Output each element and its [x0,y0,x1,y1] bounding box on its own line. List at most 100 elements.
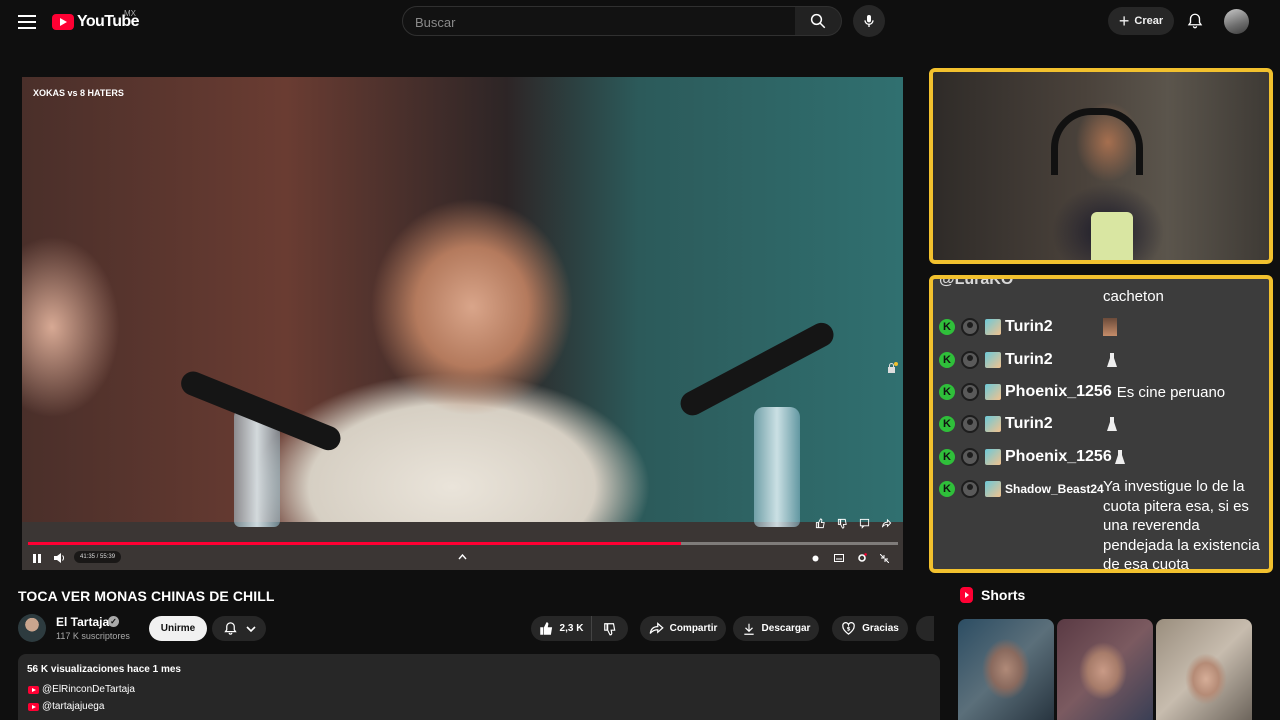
thanks-button[interactable]: $ Gracias [832,616,908,641]
emote-icon [1103,318,1117,336]
notifications-button[interactable] [1184,10,1206,32]
microphone-icon [864,15,874,27]
shorts-icon [960,587,973,603]
user-icon [961,351,979,369]
voice-search-button[interactable] [853,5,885,37]
channel-link-text: @ElRinconDeTartaja [42,684,135,695]
lock-icon [888,362,898,373]
like-count: 2,3 K [559,623,584,634]
more-actions-button[interactable] [916,616,934,641]
bell-icon [1187,13,1203,29]
chat-username: Shadow_Beast24 [1005,482,1104,496]
youtube-icon [28,702,39,711]
player-controls [22,546,903,570]
country-code: MX [124,9,136,18]
chat-message: K Turin2 [939,412,1053,436]
chat-username: Phoenix_1256 [1005,448,1112,465]
chat-partial-message: cacheton [1103,288,1164,305]
chevron-down-icon [245,625,256,632]
thumbs-down-icon [604,622,616,635]
youtube-icon [28,685,39,694]
shorts-heading: Shorts [981,587,1026,603]
kick-badge-icon: K [939,449,955,465]
like-dislike-group: 2,3 K [531,616,628,641]
chat-text: Ya investigue lo de la cuota pitera esa,… [1103,478,1260,573]
download-label: Descargar [761,623,811,634]
like-button[interactable]: 2,3 K [531,616,592,641]
gear-icon[interactable] [855,551,869,565]
autoplay-icon[interactable] [808,551,822,565]
thumbs-up-icon [539,622,552,635]
video-title: TOCA VER MONAS CHINAS DE CHILL [18,588,275,604]
chat-message: K Phoenix_1256 Es cine peruano [939,380,1225,404]
short-thumbnail[interactable] [958,619,1054,720]
dislike-button[interactable] [592,616,628,641]
search-icon [810,13,826,29]
share-icon[interactable] [879,516,893,530]
chat-message: K Turin2 [939,315,1053,339]
thanks-label: Gracias [862,623,899,634]
download-button[interactable]: Descargar [733,616,819,641]
channel-link[interactable]: @tartajajuega [28,701,104,712]
subscriber-badge-icon [985,449,1001,465]
subscriber-badge-icon [985,384,1001,400]
menu-icon[interactable] [14,10,40,34]
subscriber-badge-icon [985,352,1001,368]
kick-badge-icon: K [939,416,955,432]
player-overlay-title: XOKAS vs 8 HATERS [33,88,124,98]
microphone-right [676,318,838,420]
search-input[interactable] [403,7,787,37]
chat-username: Turin2 [1005,318,1053,335]
user-icon [961,383,979,401]
share-button[interactable]: Compartir [640,616,726,641]
channel-avatar[interactable] [18,614,46,642]
subscriber-badge-icon [985,319,1001,335]
search-button[interactable] [795,6,842,36]
channel-link[interactable]: @ElRinconDeTartaja [28,684,135,695]
short-thumbnail[interactable] [1156,619,1252,720]
account-avatar[interactable] [1224,9,1249,34]
plus-icon: + [1118,11,1130,31]
share-icon [649,622,664,634]
chat-partial-username: @LuraKO [939,275,1014,288]
kick-badge-icon: K [939,352,955,368]
player-overlay-actions [813,516,893,530]
volume-icon[interactable] [52,551,66,565]
download-icon [743,623,754,635]
short-thumbnail[interactable] [1057,619,1153,720]
chat-overlay: @LuraKO cacheton K Turin2 K Turin2 K Pho… [929,275,1273,573]
join-button[interactable]: Unirme [149,616,207,641]
subscriber-badge-icon [985,416,1001,432]
chevron-up-icon[interactable] [454,550,470,564]
pause-icon[interactable] [30,551,44,565]
create-button[interactable]: + Crear [1108,7,1174,35]
heart-dollar-icon: $ [842,622,855,635]
youtube-play-icon [52,14,74,30]
progress-bar[interactable] [28,542,898,545]
create-label: Crear [1134,15,1164,27]
views-and-date: 56 K visualizaciones hace 1 mes [27,664,181,675]
streamer-camera [929,68,1273,264]
flask-emote-icon [1107,353,1117,367]
chat-text: Es cine peruano [1116,383,1226,401]
thumbs-up-icon[interactable] [813,516,827,530]
user-icon [961,480,979,498]
channel-name[interactable]: El Tartaja [56,615,109,629]
thumbs-down-icon[interactable] [835,516,849,530]
shorts-header: Shorts [960,587,1025,603]
fullscreen-exit-icon[interactable] [877,551,891,565]
chat-message: K Phoenix_1256 [939,445,1112,469]
water-bottle-right [754,407,800,527]
subscription-bell-button[interactable] [212,616,266,641]
bell-icon [223,622,237,635]
description-box[interactable]: 56 K visualizaciones hace 1 mes @ElRinco… [18,654,940,720]
progress-played [28,542,681,545]
chat-username: Turin2 [1005,415,1053,432]
user-icon [961,448,979,466]
cup-shape [1091,212,1133,260]
subtitles-icon[interactable] [832,551,846,565]
video-player[interactable] [22,77,903,570]
top-bar: YouTube MX + Crear [0,0,1280,44]
subscriber-badge-icon [985,481,1001,497]
comment-icon[interactable] [857,516,871,530]
